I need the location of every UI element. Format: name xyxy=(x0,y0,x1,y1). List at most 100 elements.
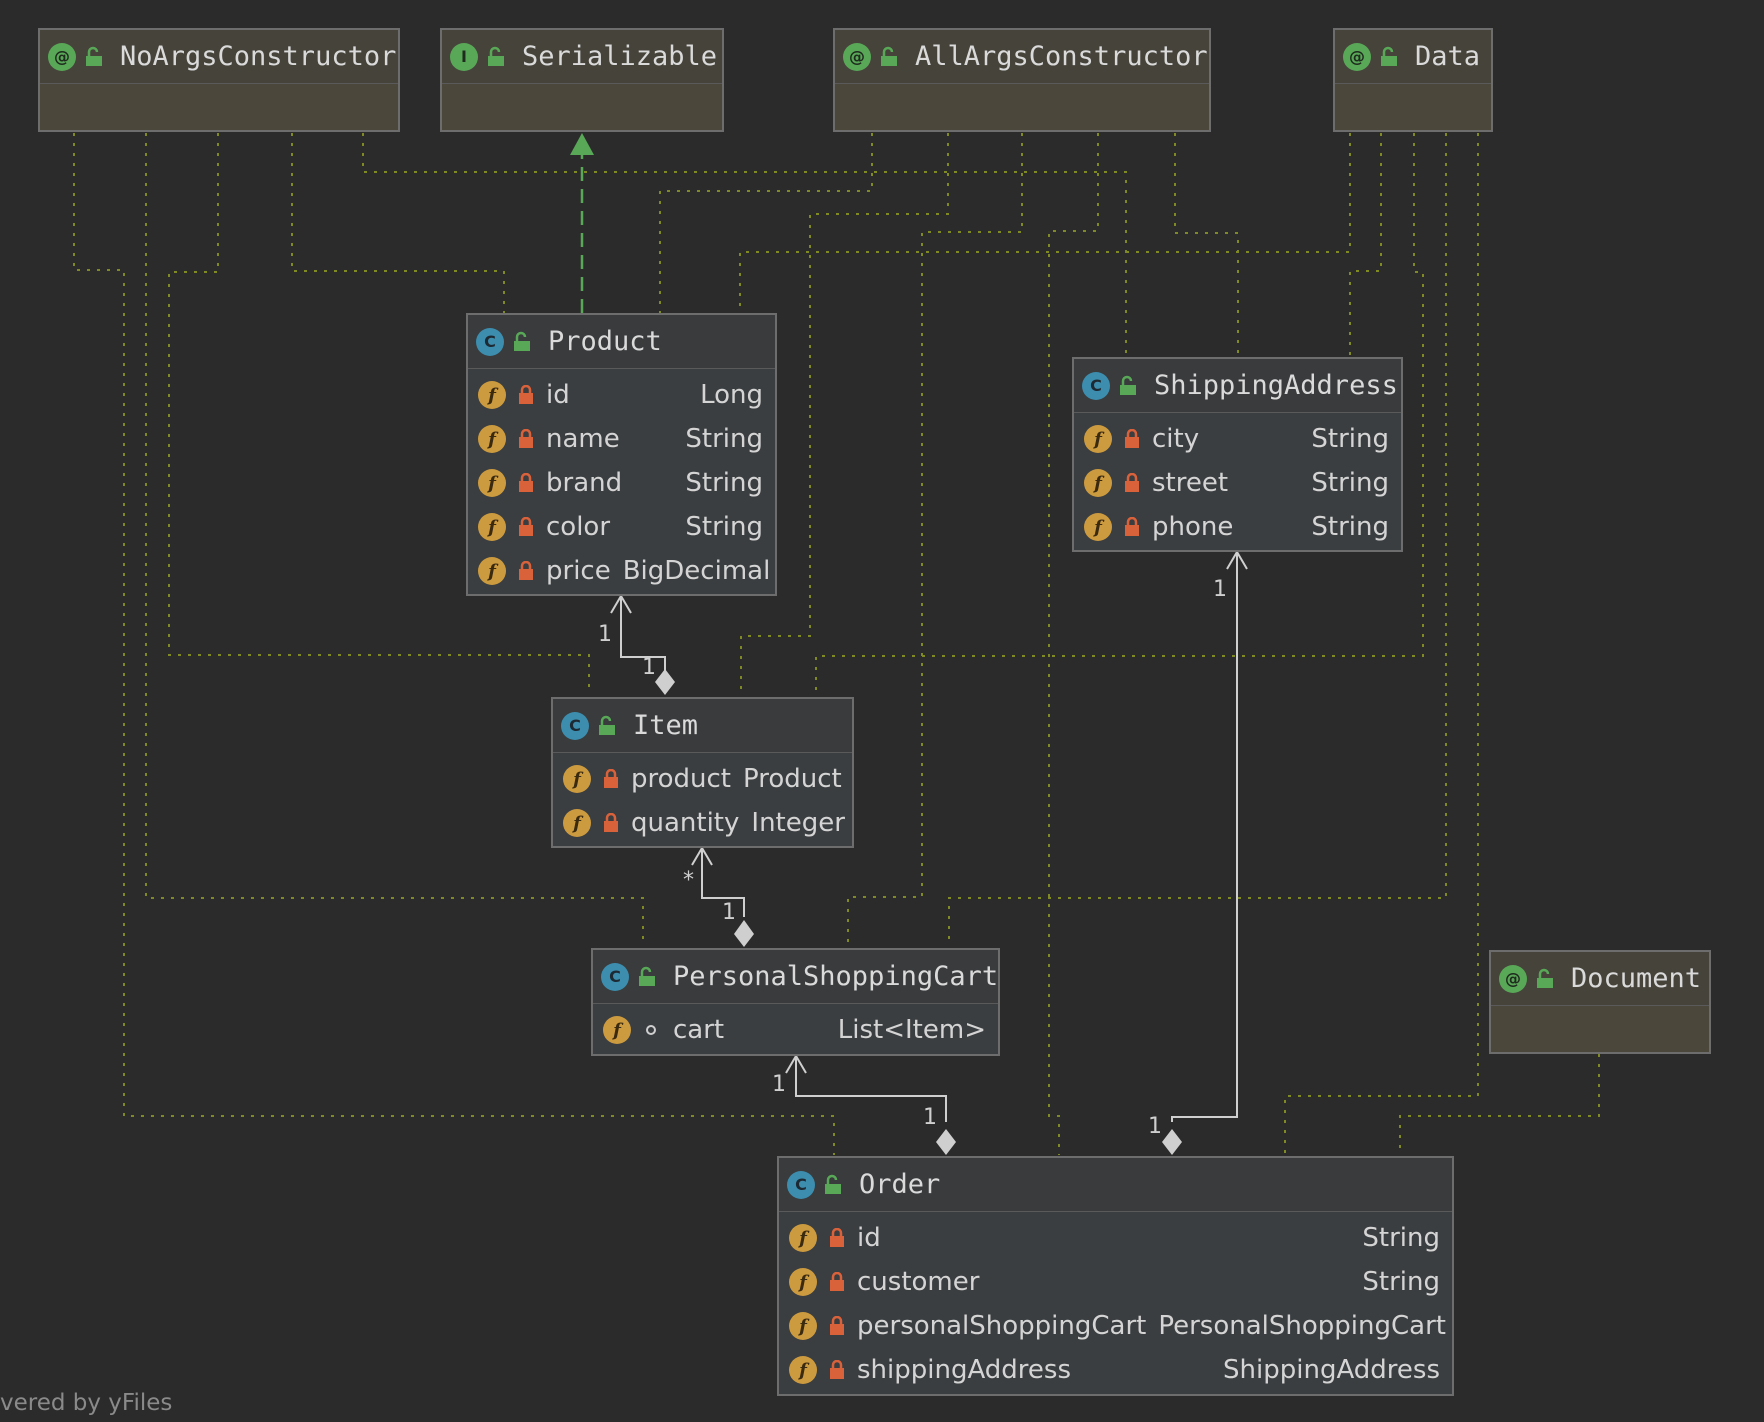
node-data[interactable]: @ Data xyxy=(1333,28,1493,132)
node-header: @ AllArgsConstructor xyxy=(835,30,1209,84)
field-name: product xyxy=(631,764,732,794)
private-lock-icon xyxy=(519,429,533,448)
composition-diamond xyxy=(936,1129,956,1155)
field-type: BigDecimal xyxy=(622,556,771,586)
field-row[interactable]: f shippingAddress ShippingAddress xyxy=(779,1348,1452,1392)
annotation-link xyxy=(1284,133,1479,1155)
field-type: String xyxy=(1362,1267,1440,1297)
node-shippingaddress[interactable]: C ShippingAddress f city String f street… xyxy=(1072,357,1403,552)
field-icon: f xyxy=(563,809,591,837)
field-icon: f xyxy=(789,1356,817,1384)
node-title: NoArgsConstructor xyxy=(120,41,397,72)
node-serializable[interactable]: I Serializable xyxy=(440,28,724,132)
field-name: name xyxy=(546,424,620,454)
field-type: Product xyxy=(743,764,842,794)
field-icon: f xyxy=(478,381,506,409)
private-lock-icon xyxy=(519,517,533,536)
field-row[interactable]: f street String xyxy=(1074,461,1401,505)
field-row[interactable]: f personalShoppingCart PersonalShoppingC… xyxy=(779,1304,1452,1348)
field-icon: f xyxy=(478,469,506,497)
class-icon: C xyxy=(787,1170,815,1199)
node-personalshoppingcart[interactable]: C PersonalShoppingCart f cart List<Item> xyxy=(591,948,1000,1056)
private-lock-icon xyxy=(519,473,533,492)
node-title: Item xyxy=(633,710,699,741)
field-row[interactable]: f city String xyxy=(1074,417,1401,461)
field-row[interactable]: f phone String xyxy=(1074,505,1401,549)
node-header: C PersonalShoppingCart xyxy=(593,950,998,1004)
multiplicity-label: 1 xyxy=(598,622,612,647)
private-lock-icon xyxy=(830,1316,844,1335)
node-noargsconstructor[interactable]: @ NoArgsConstructor xyxy=(38,28,400,132)
field-row[interactable]: f id Long xyxy=(468,373,775,417)
field-row[interactable]: f name String xyxy=(468,417,775,461)
node-title: Document xyxy=(1571,963,1702,994)
field-row[interactable]: f customer String xyxy=(779,1260,1452,1304)
field-name: brand xyxy=(546,468,623,498)
annotation-link xyxy=(1048,133,1099,1155)
node-title: PersonalShoppingCart xyxy=(673,961,999,992)
field-row[interactable]: f brand String xyxy=(468,461,775,505)
private-lock-icon xyxy=(1125,473,1139,492)
private-lock-icon xyxy=(830,1228,844,1247)
package-visibility-icon xyxy=(646,1025,656,1035)
field-icon: f xyxy=(789,1224,817,1252)
node-header: C ShippingAddress xyxy=(1074,359,1401,413)
uml-diagram: 1 1 * 1 1 1 1 1 @ NoArgsConstructor I Se… xyxy=(0,0,1764,1422)
public-visibility-icon xyxy=(514,331,530,351)
field-row[interactable]: f price BigDecimal xyxy=(468,549,775,593)
field-icon: f xyxy=(478,557,506,585)
field-name: id xyxy=(546,380,570,410)
annotation-icon: @ xyxy=(1343,42,1371,71)
node-item[interactable]: C Item f product Product f quantity Inte… xyxy=(551,697,854,848)
field-row[interactable]: f product Product xyxy=(553,757,852,801)
public-visibility-icon xyxy=(639,966,655,986)
field-type: String xyxy=(1311,512,1389,542)
composition-diamond xyxy=(734,920,754,947)
field-icon: f xyxy=(1084,425,1112,453)
annotation-link xyxy=(1174,133,1239,355)
public-visibility-icon xyxy=(1537,968,1553,988)
node-allargsconstructor[interactable]: @ AllArgsConstructor xyxy=(833,28,1211,132)
annotation-icon: @ xyxy=(843,42,871,71)
field-type: Integer xyxy=(751,808,845,838)
multiplicity-label: 1 xyxy=(923,1105,937,1130)
annotation-link xyxy=(847,133,1023,946)
node-document[interactable]: @ Document xyxy=(1489,950,1711,1054)
private-lock-icon xyxy=(1125,517,1139,536)
field-row[interactable]: f color String xyxy=(468,505,775,549)
multiplicity-label: * xyxy=(683,868,694,893)
node-header: C Order xyxy=(779,1158,1452,1212)
field-name: cart xyxy=(673,1015,725,1045)
private-lock-icon xyxy=(604,769,618,788)
private-lock-icon xyxy=(830,1360,844,1379)
node-header: @ Data xyxy=(1335,30,1491,84)
public-visibility-icon xyxy=(488,46,504,66)
composition-diamond xyxy=(655,669,675,695)
node-title: Product xyxy=(548,326,662,357)
field-icon: f xyxy=(563,765,591,793)
annotation-link xyxy=(659,133,873,313)
composition-diamond xyxy=(1162,1129,1182,1155)
multiplicity-label: 1 xyxy=(642,655,656,680)
field-type: String xyxy=(1362,1223,1440,1253)
private-lock-icon xyxy=(604,813,618,832)
node-product[interactable]: C Product f id Long f name String f bran… xyxy=(466,313,777,596)
field-row[interactable]: f quantity Integer xyxy=(553,801,852,845)
field-row[interactable]: f id String xyxy=(779,1216,1452,1260)
field-name: city xyxy=(1152,424,1200,454)
node-header: C Product xyxy=(468,315,775,369)
class-icon: C xyxy=(561,711,589,740)
public-visibility-icon xyxy=(1120,375,1136,395)
public-visibility-icon xyxy=(825,1174,841,1194)
public-visibility-icon xyxy=(599,715,615,735)
private-lock-icon xyxy=(519,385,533,404)
public-visibility-icon xyxy=(881,46,897,66)
field-name: customer xyxy=(857,1267,980,1297)
field-icon: f xyxy=(789,1312,817,1340)
field-row[interactable]: f cart List<Item> xyxy=(593,1008,998,1052)
field-type: ShippingAddress xyxy=(1223,1355,1440,1385)
node-order[interactable]: C Order f id String f customer String f … xyxy=(777,1156,1454,1396)
annotation-link xyxy=(1399,1054,1600,1155)
field-type: String xyxy=(685,468,763,498)
node-title: Data xyxy=(1415,41,1481,72)
